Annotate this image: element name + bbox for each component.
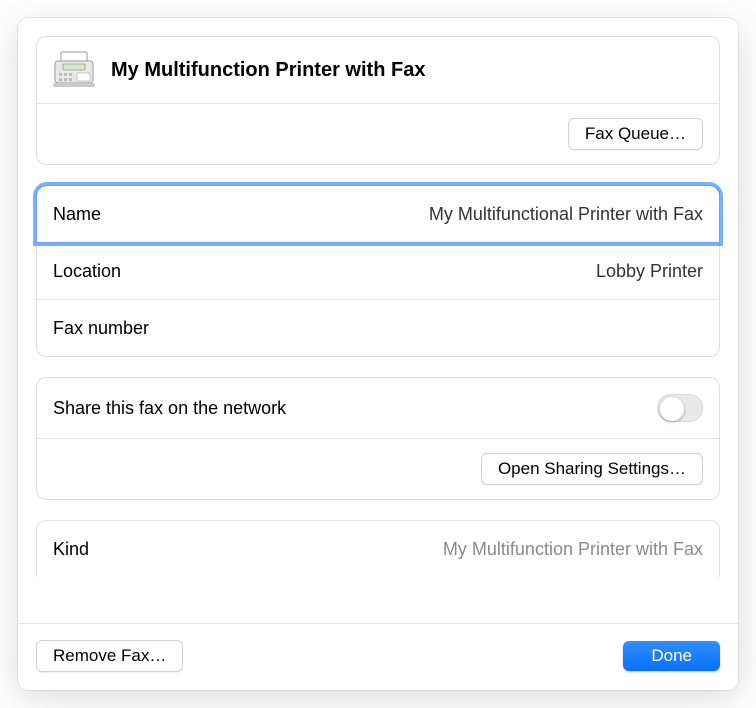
fax-machine-icon bbox=[53, 51, 95, 89]
location-label: Location bbox=[53, 261, 121, 282]
share-toggle-row: Share this fax on the network bbox=[37, 378, 719, 438]
open-sharing-row: Open Sharing Settings… bbox=[37, 439, 719, 499]
sharing-section: Share this fax on the network Open Shari… bbox=[36, 377, 720, 500]
kind-value: My Multifunction Printer with Fax bbox=[443, 539, 703, 560]
name-row[interactable]: Name My Multifunctional Printer with Fax bbox=[37, 186, 719, 242]
remove-fax-button[interactable]: Remove Fax… bbox=[36, 640, 183, 672]
header-section: My Multifunction Printer with Fax Fax Qu… bbox=[36, 36, 720, 165]
share-label: Share this fax on the network bbox=[53, 398, 286, 419]
header-row: My Multifunction Printer with Fax bbox=[37, 37, 719, 103]
fax-number-row[interactable]: Fax number bbox=[37, 300, 719, 356]
name-label: Name bbox=[53, 204, 101, 225]
location-value: Lobby Printer bbox=[596, 261, 703, 282]
name-value: My Multifunctional Printer with Fax bbox=[429, 204, 703, 225]
fax-settings-dialog: My Multifunction Printer with Fax Fax Qu… bbox=[18, 18, 738, 690]
details-section: Name My Multifunctional Printer with Fax… bbox=[36, 185, 720, 357]
location-row[interactable]: Location Lobby Printer bbox=[37, 243, 719, 299]
content-area: My Multifunction Printer with Fax Fax Qu… bbox=[18, 18, 738, 623]
fax-queue-row: Fax Queue… bbox=[37, 104, 719, 164]
open-sharing-settings-button[interactable]: Open Sharing Settings… bbox=[481, 453, 703, 485]
kind-row: Kind My Multifunction Printer with Fax bbox=[37, 521, 719, 577]
toggle-knob bbox=[660, 397, 684, 421]
header-title: My Multifunction Printer with Fax bbox=[111, 59, 425, 82]
share-toggle[interactable] bbox=[657, 394, 703, 422]
bottom-bar: Remove Fax… Done bbox=[18, 623, 738, 690]
kind-section: Kind My Multifunction Printer with Fax bbox=[36, 520, 720, 577]
done-button[interactable]: Done bbox=[623, 641, 720, 671]
fax-queue-button[interactable]: Fax Queue… bbox=[568, 118, 703, 150]
kind-label: Kind bbox=[53, 539, 89, 560]
fax-number-label: Fax number bbox=[53, 318, 149, 339]
